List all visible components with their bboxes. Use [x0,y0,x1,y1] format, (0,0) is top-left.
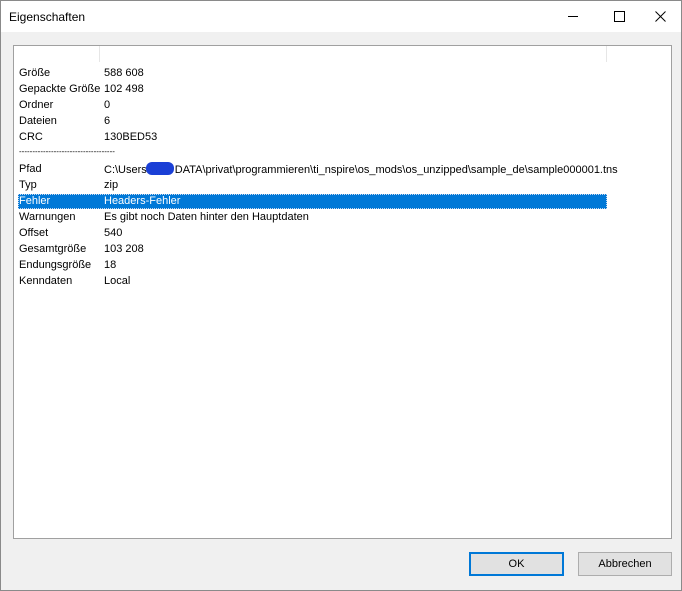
property-value: C:\Users DATA\privat\programmieren\ti_nsp… [104,162,618,178]
property-key: Gesamtgröße [19,243,87,255]
property-key: Offset [19,227,49,239]
list-item[interactable]: Kenndaten Local [18,274,607,289]
property-value: 18 [104,259,117,271]
column-divider [99,46,100,62]
separator-line: ------------------------------------ [19,147,115,156]
ok-button[interactable]: OK [469,552,564,576]
list-item[interactable]: Offset 540 [18,226,607,241]
property-value: 6 [104,115,111,127]
property-value: Headers-Fehler [104,195,181,207]
property-key: Warnungen [19,211,76,223]
minimize-button[interactable] [550,1,596,32]
property-key: Kenndaten [19,275,73,287]
window-title: Eigenschaften [9,10,86,24]
list-item[interactable]: Ordner 0 [18,98,607,113]
property-value: 103 208 [104,243,144,255]
list-item[interactable]: Typ zip [18,178,607,193]
property-key: Typ [19,179,37,191]
property-key: Ordner [19,99,54,111]
property-key: Endungsgröße [19,259,92,271]
property-value: Es gibt noch Daten hinter den Hauptdaten [104,211,309,223]
property-value: 540 [104,227,123,239]
close-button[interactable] [637,1,682,32]
property-key: Dateien [19,115,57,127]
list-item[interactable]: Warnungen Es gibt noch Daten hinter den … [18,210,607,225]
cancel-button[interactable]: Abbrechen [578,552,672,576]
list-item[interactable]: Größe 588 608 [18,66,607,81]
list-item-selected[interactable]: Fehler Headers-Fehler [18,194,607,209]
list-item[interactable]: Endungsgröße 18 [18,258,607,273]
list-item[interactable]: CRC 130BED53 [18,130,607,145]
minimize-icon [568,16,578,17]
property-key: Gepackte Größe [19,83,101,95]
redaction-mark [145,162,174,175]
properties-list[interactable]: Größe 588 608 Gepackte Größe 102 498 Ord… [13,45,672,539]
property-value: 130BED53 [104,131,158,143]
property-key: Größe [19,67,51,79]
property-key: Pfad [19,163,42,175]
list-item[interactable]: Gesamtgröße 103 208 [18,242,607,257]
property-value: 102 498 [104,83,144,95]
title-bar: Eigenschaften [1,1,681,32]
property-value: zip [104,179,119,191]
property-value: 0 [104,99,111,111]
list-item[interactable]: Gepackte Größe 102 498 [18,82,607,97]
properties-dialog: Eigenschaften Größe 588 608 Gepackte Grö… [0,0,682,591]
close-icon [654,11,666,22]
property-value: Local [104,275,131,287]
path-suffix: DATA\privat\programmieren\ti_nspire\os_m… [174,164,618,176]
property-key: CRC [19,131,43,143]
list-item[interactable]: Dateien 6 [18,114,607,129]
column-divider [606,46,607,62]
property-key: Fehler [19,195,51,207]
path-prefix: C:\Users [104,164,147,176]
property-value: 588 608 [104,67,144,79]
maximize-icon [613,11,625,22]
list-item-path[interactable]: Pfad C:\Users DATA\privat\programmieren\t… [18,162,618,177]
maximize-button[interactable] [596,1,642,32]
